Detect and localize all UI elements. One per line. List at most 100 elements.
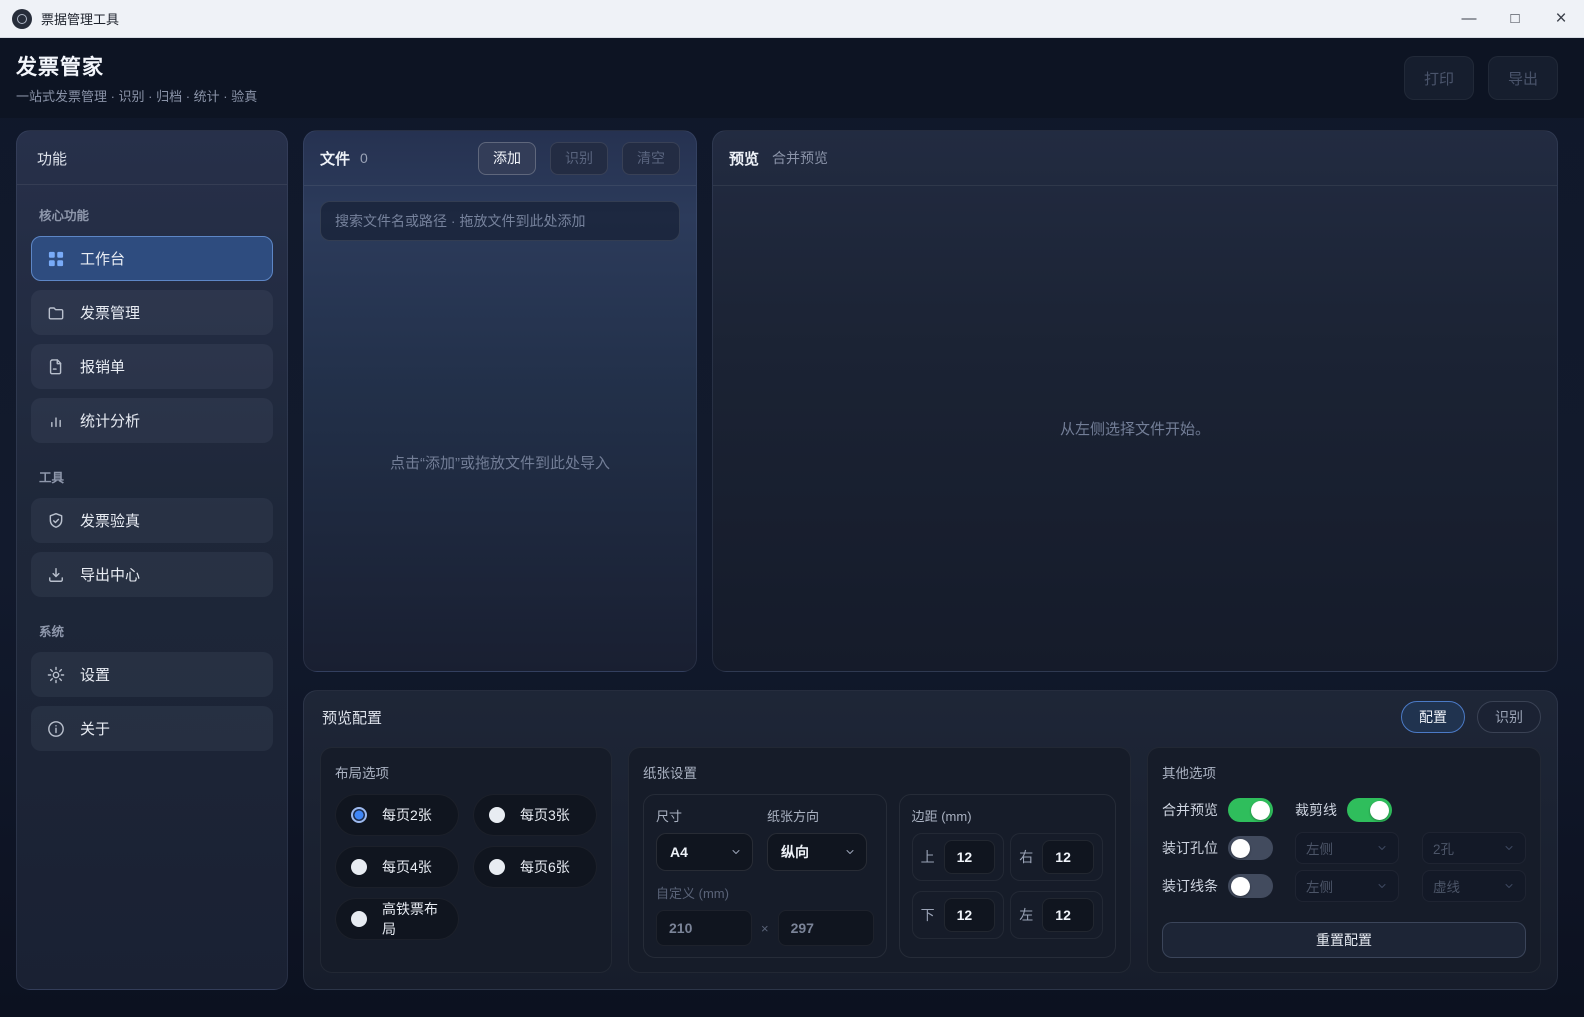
merge-preview-toggle[interactable] [1228, 798, 1273, 822]
sidebar-title: 功能 [17, 131, 287, 185]
paper-settings-title: 纸张设置 [643, 762, 1116, 782]
minimize-button[interactable]: — [1446, 0, 1492, 38]
sidebar-item-label: 设置 [80, 664, 110, 685]
sidebar-item-invoice-verify[interactable]: 发票验真 [31, 498, 273, 543]
margin-right-input[interactable] [1042, 840, 1094, 874]
paper-size-row: 尺寸 A4 纸张方向 纵向 [656, 806, 874, 871]
layout-option-3-per-page[interactable]: 每页3张 [473, 794, 597, 836]
preview-panel: 预览 合并预览 从左侧选择文件开始。 [712, 130, 1558, 672]
folder-icon [46, 303, 66, 323]
size-select[interactable]: A4 [656, 833, 753, 871]
minimize-icon: — [1462, 10, 1477, 27]
layout-option-train-ticket[interactable]: 高铁票布局 [335, 898, 459, 940]
binding-line-side-value: 左侧 [1306, 876, 1333, 896]
page-title: 发票管家 [16, 51, 257, 81]
paper-settings-inner: 尺寸 A4 纸张方向 纵向 [643, 794, 1116, 958]
toggle-knob [1231, 839, 1250, 858]
margin-bottom-cell: 下 [912, 891, 1005, 939]
document-icon [46, 357, 66, 377]
config-title: 预览配置 [322, 707, 382, 728]
sidebar-group-system: 系统 [39, 621, 265, 640]
binding-line-toggle[interactable] [1228, 874, 1273, 898]
add-files-button[interactable]: 添加 [478, 142, 536, 175]
paper-settings-card: 纸张设置 尺寸 A4 [628, 747, 1131, 973]
punch-holes-value: 2孔 [1433, 838, 1454, 858]
custom-size-label: 自定义 (mm) [656, 883, 874, 902]
sidebar-item-workbench[interactable]: 工作台 [31, 236, 273, 281]
recognize-files-button[interactable]: 识别 [550, 142, 608, 175]
sidebar-item-label: 统计分析 [80, 410, 140, 431]
layout-options-grid: 每页2张 每页3张 每页4张 每页6张 [335, 794, 597, 940]
margin-bottom-input[interactable] [944, 898, 996, 932]
margin-left-input[interactable] [1042, 898, 1094, 932]
radio-icon [489, 807, 505, 823]
layout-option-label: 高铁票布局 [382, 899, 443, 939]
config-header: 预览配置 配置 识别 [304, 691, 1557, 743]
cropline-toggle[interactable] [1347, 798, 1392, 822]
maximize-button[interactable]: □ [1492, 0, 1538, 38]
size-field: 尺寸 A4 [656, 806, 753, 871]
sidebar-item-expense-report[interactable]: 报销单 [31, 344, 273, 389]
config-body: 布局选项 每页2张 每页3张 每页4张 [304, 743, 1557, 989]
file-drop-zone[interactable]: 点击“添加”或拖放文件到此处导入 [304, 253, 696, 671]
app-title: 票据管理工具 [41, 9, 119, 28]
tab-config[interactable]: 配置 [1401, 701, 1465, 733]
sidebar-item-invoice-management[interactable]: 发票管理 [31, 290, 273, 335]
titlebar-left: 票据管理工具 [0, 9, 119, 29]
margins-grid: 上 右 下 [912, 833, 1103, 939]
margin-right-cell: 右 [1010, 833, 1103, 881]
tab-recognize[interactable]: 识别 [1477, 701, 1541, 733]
print-button[interactable]: 打印 [1404, 56, 1474, 100]
punch-label: 装订孔位 [1162, 838, 1228, 858]
orientation-select[interactable]: 纵向 [767, 833, 867, 871]
punch-side-select[interactable]: 左侧 [1295, 832, 1399, 864]
custom-height-input[interactable] [778, 910, 874, 946]
sidebar-item-statistics[interactable]: 统计分析 [31, 398, 273, 443]
close-button[interactable]: × [1538, 0, 1584, 38]
radio-icon [489, 859, 505, 875]
margin-top-input[interactable] [944, 840, 996, 874]
radio-icon [351, 911, 367, 927]
orientation-field: 纸张方向 纵向 [767, 806, 867, 871]
layout-option-label: 每页6张 [520, 857, 570, 877]
layout-option-2-per-page[interactable]: 每页2张 [335, 794, 459, 836]
layout-option-4-per-page[interactable]: 每页4张 [335, 846, 459, 888]
preview-config-panel: 预览配置 配置 识别 布局选项 每页2张 [303, 690, 1558, 990]
merge-cropline-row: 合并预览 裁剪线 [1162, 794, 1526, 826]
punch-toggle[interactable] [1228, 836, 1273, 860]
preview-subtitle: 合并预览 [772, 148, 828, 168]
binding-line-side-select[interactable]: 左侧 [1295, 870, 1399, 902]
layout-option-label: 每页4张 [382, 857, 432, 877]
file-search-input[interactable] [320, 201, 680, 241]
titlebar: 票据管理工具 — □ × [0, 0, 1584, 38]
layout-option-6-per-page[interactable]: 每页6张 [473, 846, 597, 888]
chevron-down-icon [1376, 880, 1388, 892]
toggle-knob [1251, 801, 1270, 820]
radio-selected-icon [351, 807, 367, 823]
config-tabs: 配置 识别 [1401, 701, 1541, 733]
export-button[interactable]: 导出 [1488, 56, 1558, 100]
app-logo-icon [12, 9, 32, 29]
clear-files-button[interactable]: 清空 [622, 142, 680, 175]
punch-holes-select[interactable]: 2孔 [1422, 832, 1526, 864]
orientation-value: 纵向 [781, 842, 809, 862]
files-count: 0 [360, 150, 368, 166]
other-options-card: 其他选项 合并预览 裁剪线 装订孔位 左侧 [1147, 747, 1541, 973]
chevron-down-icon [1503, 842, 1515, 854]
other-options-title: 其他选项 [1162, 762, 1526, 782]
layout-options-card: 布局选项 每页2张 每页3张 每页4张 [320, 747, 612, 973]
preview-title: 预览 [729, 148, 759, 169]
sidebar-item-export-center[interactable]: 导出中心 [31, 552, 273, 597]
app-window: 票据管理工具 — □ × 发票管家 一站式发票管理 · 识别 · 归档 · 统计… [0, 0, 1584, 1017]
sidebar-item-settings[interactable]: 设置 [31, 652, 273, 697]
custom-size-row: × [656, 910, 874, 946]
sidebar-item-label: 发票管理 [80, 302, 140, 323]
reset-config-button[interactable]: 重置配置 [1162, 922, 1526, 958]
sidebar-item-about[interactable]: 关于 [31, 706, 273, 751]
binding-line-style-select[interactable]: 虚线 [1422, 870, 1526, 902]
chevron-down-icon [1376, 842, 1388, 854]
toggle-knob [1370, 801, 1389, 820]
preview-empty-text: 从左侧选择文件开始。 [1060, 418, 1210, 439]
sidebar: 功能 核心功能 工作台 发票管理 报销单 统计分析 [16, 130, 288, 990]
custom-width-input[interactable] [656, 910, 752, 946]
